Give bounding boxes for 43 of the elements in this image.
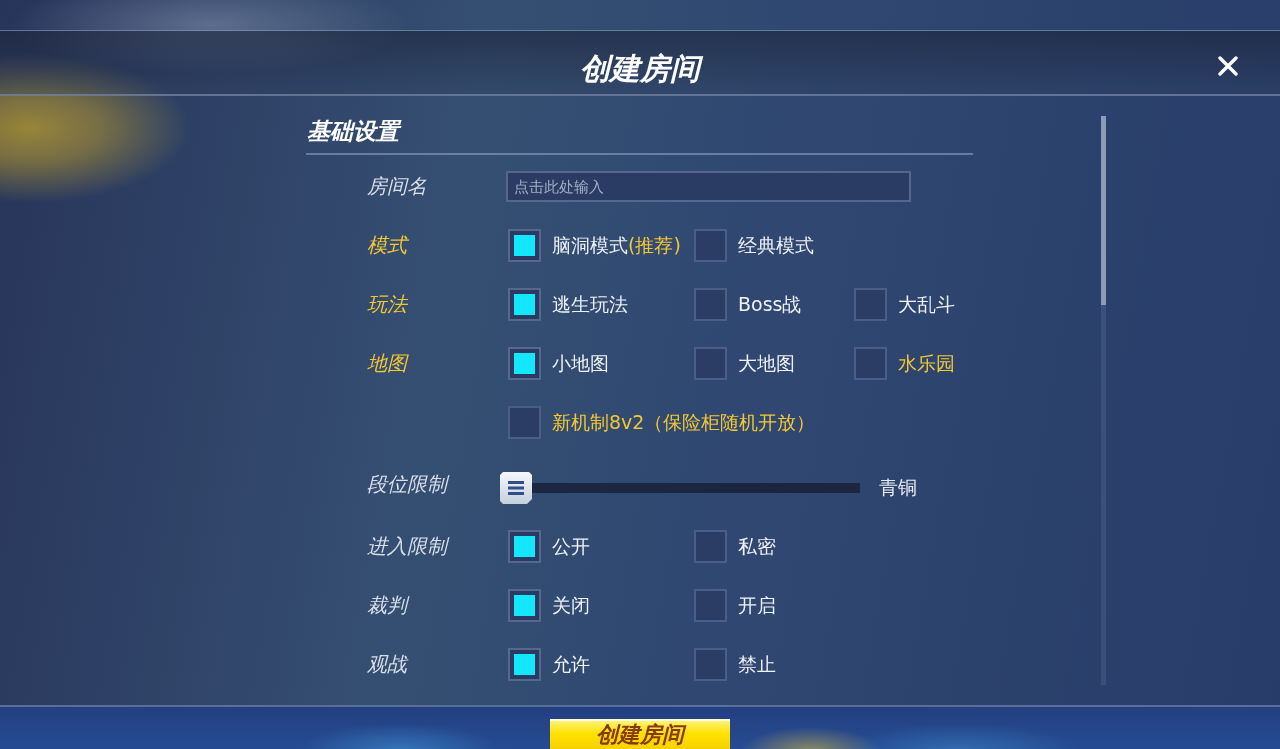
checkbox[interactable] <box>694 347 727 380</box>
setting-label: 模式 <box>367 233 407 257</box>
option-label: 私密 <box>738 533 776 559</box>
option-label: 允许 <box>552 651 590 677</box>
checkbox[interactable] <box>694 530 727 563</box>
option-label: 禁止 <box>738 651 776 677</box>
option-label: 经典模式 <box>738 232 814 258</box>
checkbox[interactable] <box>508 406 541 439</box>
option-label: 大乱斗 <box>898 291 955 317</box>
checkbox[interactable] <box>508 288 541 321</box>
checkbox[interactable] <box>508 229 541 262</box>
close-button[interactable] <box>1216 53 1240 78</box>
input-field[interactable]: 点击此处输入 <box>506 171 911 202</box>
option-label: 大地图 <box>738 350 795 376</box>
setting-label: 观战 <box>367 652 407 676</box>
slider-track[interactable] <box>532 482 860 493</box>
checkbox[interactable] <box>694 288 727 321</box>
slider-handle[interactable] <box>500 471 532 504</box>
setting-label: 房间名 <box>367 174 427 198</box>
setting-label: 玩法 <box>367 292 407 316</box>
option-label: 水乐园 <box>898 350 955 376</box>
setting-label: 地图 <box>367 351 407 375</box>
option-label: 开启 <box>738 592 776 618</box>
option-label: 逃生玩法 <box>552 291 628 317</box>
slider-value: 青铜 <box>879 474 917 500</box>
checkbox[interactable] <box>508 648 541 681</box>
checkbox[interactable] <box>508 530 541 563</box>
option-label: 关闭 <box>552 592 590 618</box>
checkbox[interactable] <box>508 589 541 622</box>
option-label: Boss战 <box>738 291 802 317</box>
checkbox[interactable] <box>854 288 887 321</box>
checkbox[interactable] <box>694 648 727 681</box>
checkbox[interactable] <box>694 229 727 262</box>
close-icon <box>1218 55 1238 76</box>
option-label: 公开 <box>552 533 590 559</box>
checkbox[interactable] <box>508 347 541 380</box>
option-label: 脑洞模式(推荐) <box>552 232 681 258</box>
option-label: 小地图 <box>552 350 609 376</box>
create-room-button[interactable]: 创建房间 <box>550 719 730 749</box>
scrollbar-thumb[interactable] <box>1101 116 1106 305</box>
checkbox[interactable] <box>854 347 887 380</box>
checkbox[interactable] <box>694 589 727 622</box>
option-label: 新机制8v2（保险柜随机开放） <box>552 409 816 435</box>
